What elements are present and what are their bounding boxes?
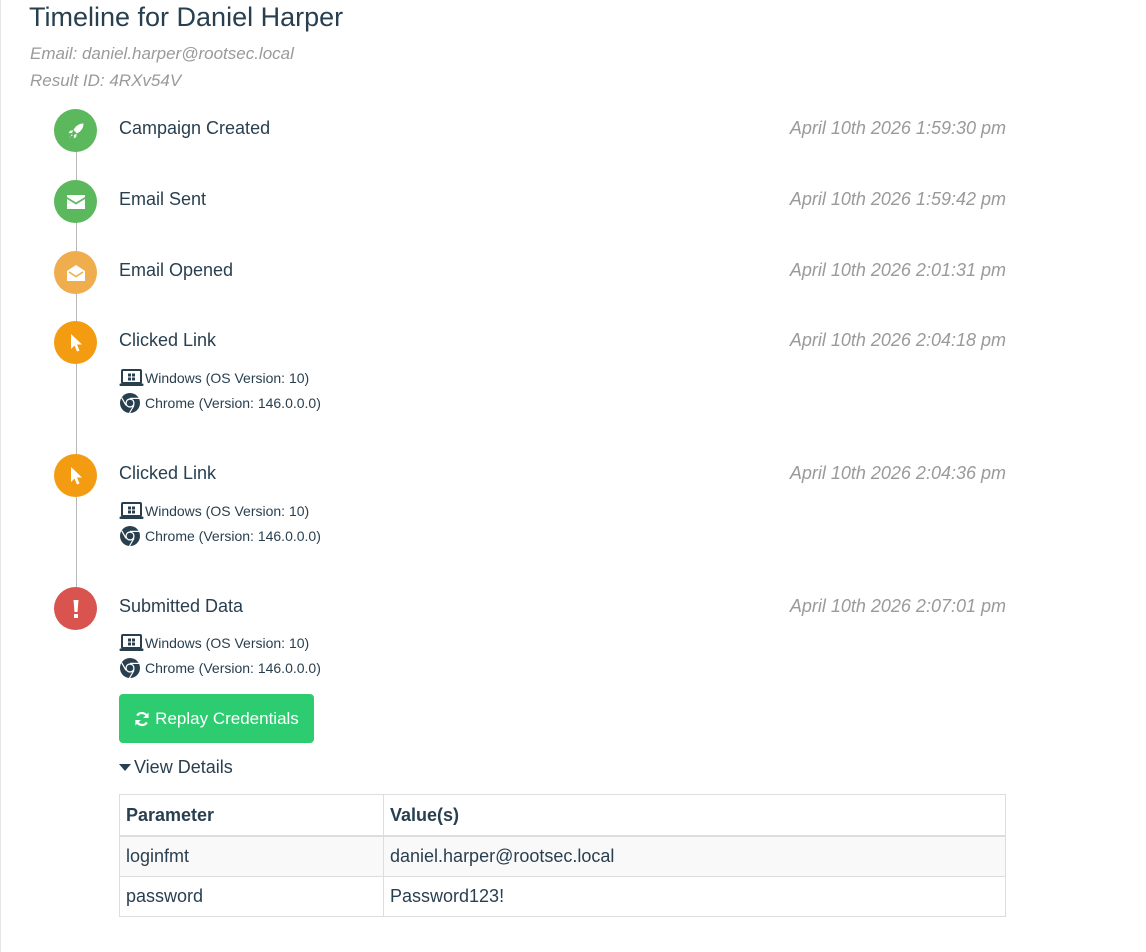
mouse-pointer-icon	[54, 454, 97, 497]
browser-text: Chrome (Version: 146.0.0.0)	[145, 528, 321, 544]
event-label: Email Opened	[119, 260, 234, 280]
chrome-icon	[119, 525, 145, 547]
event-label: Email Sent	[119, 189, 207, 209]
envelope-icon	[54, 180, 97, 223]
page-left-border	[0, 0, 1, 952]
submitted-data-table: Parameter Value(s) loginfmt daniel.harpe…	[119, 794, 1006, 917]
table-header-row: Parameter Value(s)	[119, 794, 1006, 837]
value-cell: Password123!	[383, 876, 1006, 917]
table-row: loginfmt daniel.harper@rootsec.local	[119, 835, 1006, 877]
event-time: April 10th 2026 2:04:18 pm	[789, 330, 1006, 350]
result-id: Result ID: 4RXv54V	[30, 71, 182, 90]
event-time: April 10th 2026 2:04:36 pm	[789, 463, 1006, 483]
envelope-open-icon	[54, 251, 97, 294]
replay-credentials-label: Replay Credentials	[155, 708, 299, 728]
os-detail: Windows (OS Version: 10)	[119, 367, 309, 389]
os-detail: Windows (OS Version: 10)	[119, 500, 309, 522]
caret-down-icon	[119, 763, 131, 772]
event-time: April 10th 2026 2:07:01 pm	[789, 596, 1006, 616]
browser-text: Chrome (Version: 146.0.0.0)	[145, 660, 321, 676]
os-text: Windows (OS Version: 10)	[145, 503, 310, 519]
event-time: April 10th 2026 1:59:30 pm	[789, 118, 1006, 138]
column-header-values: Value(s)	[383, 794, 1006, 837]
chrome-icon	[119, 657, 145, 679]
rocket-icon	[54, 109, 97, 152]
event-time: April 10th 2026 2:01:31 pm	[789, 260, 1006, 280]
event-label: Clicked Link	[119, 330, 217, 350]
laptop-windows-icon	[119, 500, 145, 522]
os-text: Windows (OS Version: 10)	[145, 370, 310, 386]
os-text: Windows (OS Version: 10)	[145, 635, 310, 651]
laptop-windows-icon	[119, 632, 145, 654]
browser-text: Chrome (Version: 146.0.0.0)	[145, 395, 321, 411]
exclamation-icon	[54, 587, 97, 630]
table-row: password Password123!	[119, 876, 1006, 917]
page-title: Timeline for Daniel Harper	[29, 2, 344, 32]
event-time: April 10th 2026 1:59:42 pm	[789, 189, 1006, 209]
parameter-cell: loginfmt	[119, 835, 384, 877]
event-label: Submitted Data	[119, 596, 244, 616]
mouse-pointer-icon	[54, 321, 97, 364]
replay-credentials-button[interactable]: Replay Credentials	[119, 694, 314, 743]
refresh-icon	[134, 711, 150, 727]
parameter-cell: password	[119, 876, 384, 917]
chrome-icon	[119, 392, 145, 414]
event-label: Clicked Link	[119, 463, 217, 483]
os-detail: Windows (OS Version: 10)	[119, 632, 309, 654]
value-cell: daniel.harper@rootsec.local	[383, 835, 1006, 877]
view-details-toggle[interactable]: View Details	[119, 757, 233, 778]
event-label: Campaign Created	[119, 118, 271, 138]
browser-detail: Chrome (Version: 146.0.0.0)	[119, 657, 321, 679]
target-email: Email: daniel.harper@rootsec.local	[30, 44, 294, 63]
view-details-label: View Details	[134, 757, 233, 777]
laptop-windows-icon	[119, 367, 145, 389]
browser-detail: Chrome (Version: 146.0.0.0)	[119, 392, 321, 414]
browser-detail: Chrome (Version: 146.0.0.0)	[119, 525, 321, 547]
column-header-parameter: Parameter	[119, 794, 384, 837]
